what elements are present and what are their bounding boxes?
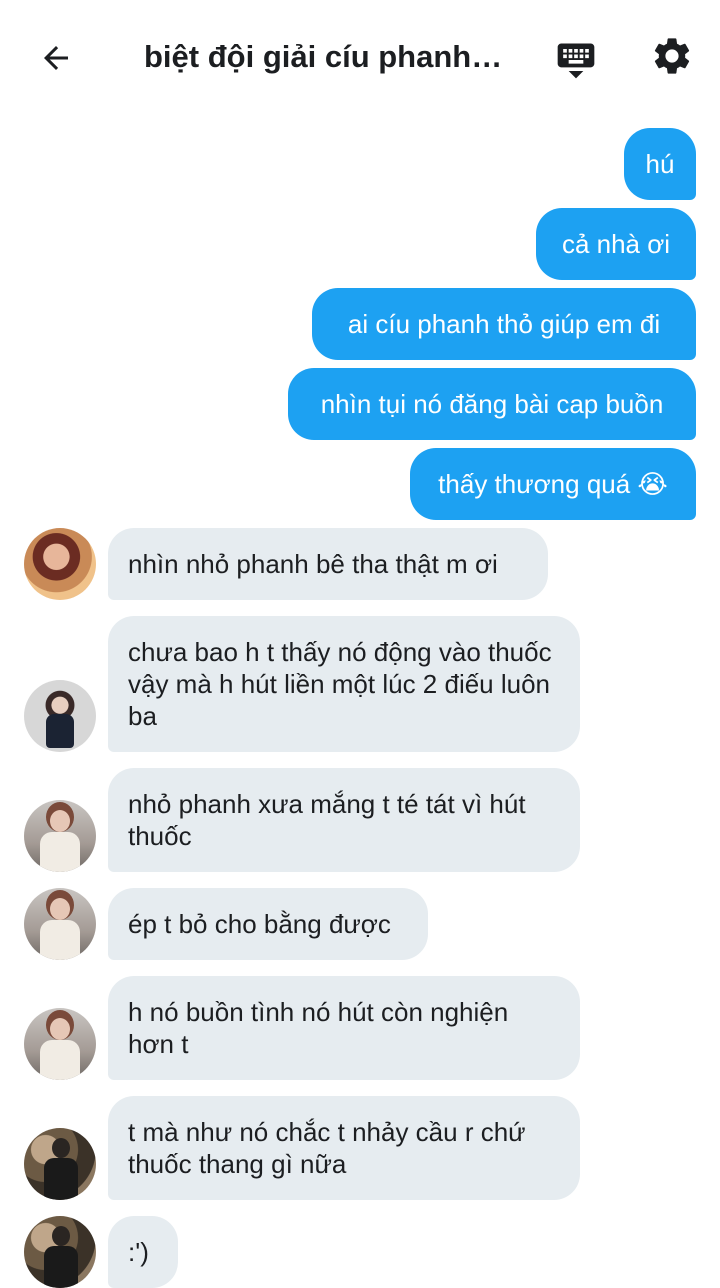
avatar[interactable] — [24, 528, 96, 600]
back-button[interactable] — [28, 30, 84, 86]
chat-header: biệt đội giải cíu phanh ... — [0, 0, 720, 112]
avatar[interactable] — [24, 1008, 96, 1080]
outgoing-message[interactable]: nhìn tụi nó đăng bài cap buồn — [288, 368, 696, 440]
avatar[interactable] — [24, 1216, 96, 1288]
incoming-message[interactable]: nhỏ phanh xưa mắng t té tát vì hút thuốc — [108, 768, 580, 872]
gear-icon — [654, 38, 690, 74]
avatar[interactable] — [24, 800, 96, 872]
incoming-message[interactable]: :') — [108, 1216, 178, 1288]
outgoing-message[interactable]: hú — [624, 128, 696, 200]
incoming-message[interactable]: ép t bỏ cho bằng được — [108, 888, 428, 960]
incoming-message[interactable]: nhìn nhỏ phanh bê tha thật m ơi — [108, 528, 548, 600]
keyboard-icon — [557, 43, 595, 79]
outgoing-message[interactable]: ai cíu phanh thỏ giúp em đi — [312, 288, 696, 360]
outgoing-message[interactable]: thấy thương quá 😭 — [410, 448, 696, 520]
settings-button[interactable] — [644, 28, 700, 84]
avatar[interactable] — [24, 888, 96, 960]
arrow-left-icon — [44, 46, 68, 70]
keyboard-button[interactable] — [548, 32, 604, 88]
conversation-title: biệt đội giải cíu phanh ... — [144, 39, 504, 74]
outgoing-message[interactable]: cả nhà ơi — [536, 208, 696, 280]
incoming-message[interactable]: t mà như nó chắc t nhảy cầu r chứ thuốc … — [108, 1096, 580, 1200]
incoming-message[interactable]: h nó buồn tình nó hút còn nghiện hơn t — [108, 976, 580, 1080]
incoming-message[interactable]: chưa bao h t thấy nó động vào thuốc vậy … — [108, 616, 580, 752]
avatar[interactable] — [24, 680, 96, 752]
avatar[interactable] — [24, 1128, 96, 1200]
